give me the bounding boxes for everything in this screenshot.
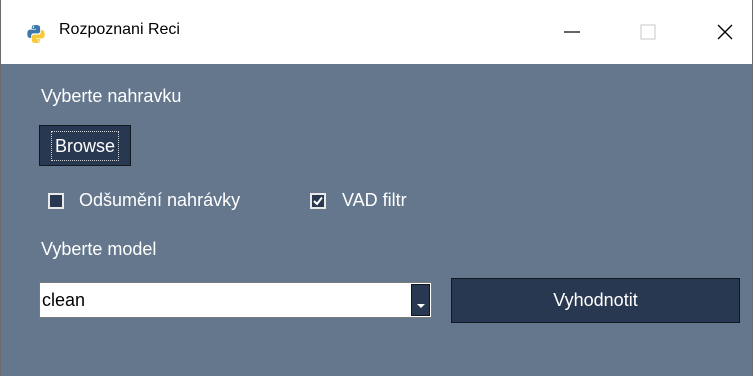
browse-button[interactable]: Browse — [39, 125, 131, 166]
checkmark-icon — [313, 196, 323, 206]
vad-label[interactable]: VAD filtr — [342, 190, 407, 211]
denoise-checkbox[interactable] — [48, 193, 64, 209]
recording-label: Vyberte nahravku — [41, 86, 182, 106]
dropdown-button[interactable] — [411, 284, 430, 316]
model-select-value: clean — [42, 290, 86, 310]
vad-checkbox[interactable] — [310, 193, 326, 209]
denoise-label[interactable]: Odšumění nahrávky — [79, 190, 240, 211]
close-button[interactable] — [702, 0, 748, 64]
maximize-icon — [640, 24, 656, 40]
maximize-button — [625, 0, 671, 64]
close-icon — [717, 24, 733, 40]
minimize-button[interactable] — [549, 0, 595, 64]
model-select[interactable]: clean — [39, 282, 432, 318]
minimize-icon — [564, 31, 580, 33]
app-window: Rozpoznani Reci Vyberte nahravku Browse … — [0, 0, 753, 376]
window-title: Rozpoznani Reci — [59, 21, 180, 38]
python-icon — [26, 24, 46, 44]
evaluate-button[interactable]: Vyhodnotit — [451, 278, 740, 323]
model-label: Vyberte model — [41, 239, 157, 259]
browse-button-label: Browse — [50, 130, 120, 161]
title-bar: Rozpoznani Reci — [1, 0, 752, 64]
chevron-down-icon — [416, 304, 425, 308]
